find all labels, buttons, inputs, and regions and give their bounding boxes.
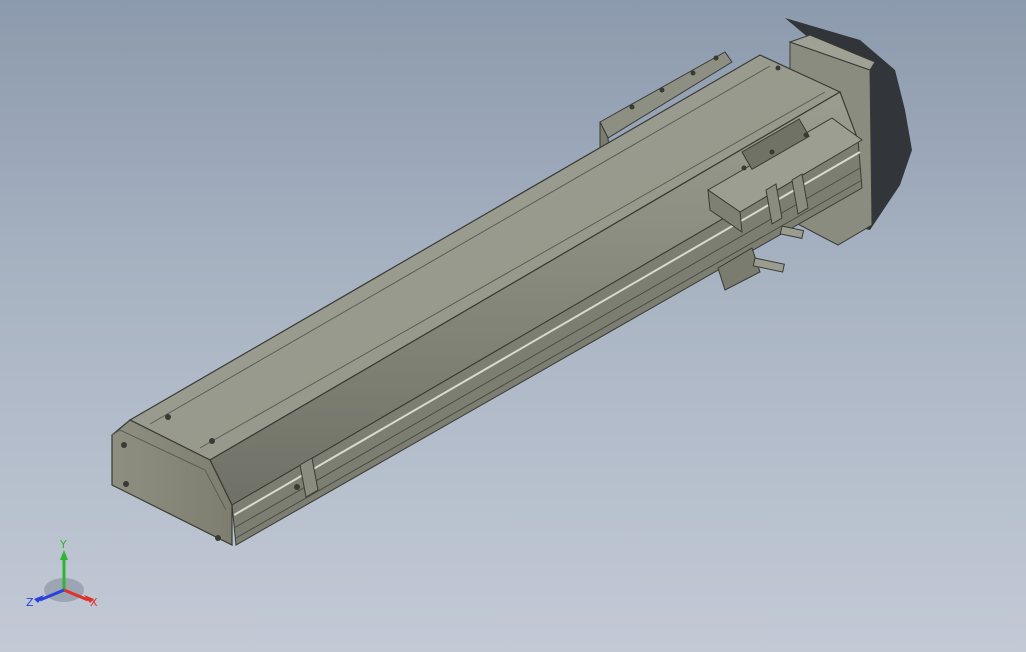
y-axis-label: Y: [59, 538, 67, 551]
orientation-triad[interactable]: Y X Z: [24, 538, 108, 614]
linear-actuator-model[interactable]: [0, 0, 1026, 652]
z-axis-label: Z: [26, 596, 34, 609]
3d-viewport[interactable]: Y X Z: [0, 0, 1026, 652]
x-axis-label: X: [90, 596, 98, 609]
